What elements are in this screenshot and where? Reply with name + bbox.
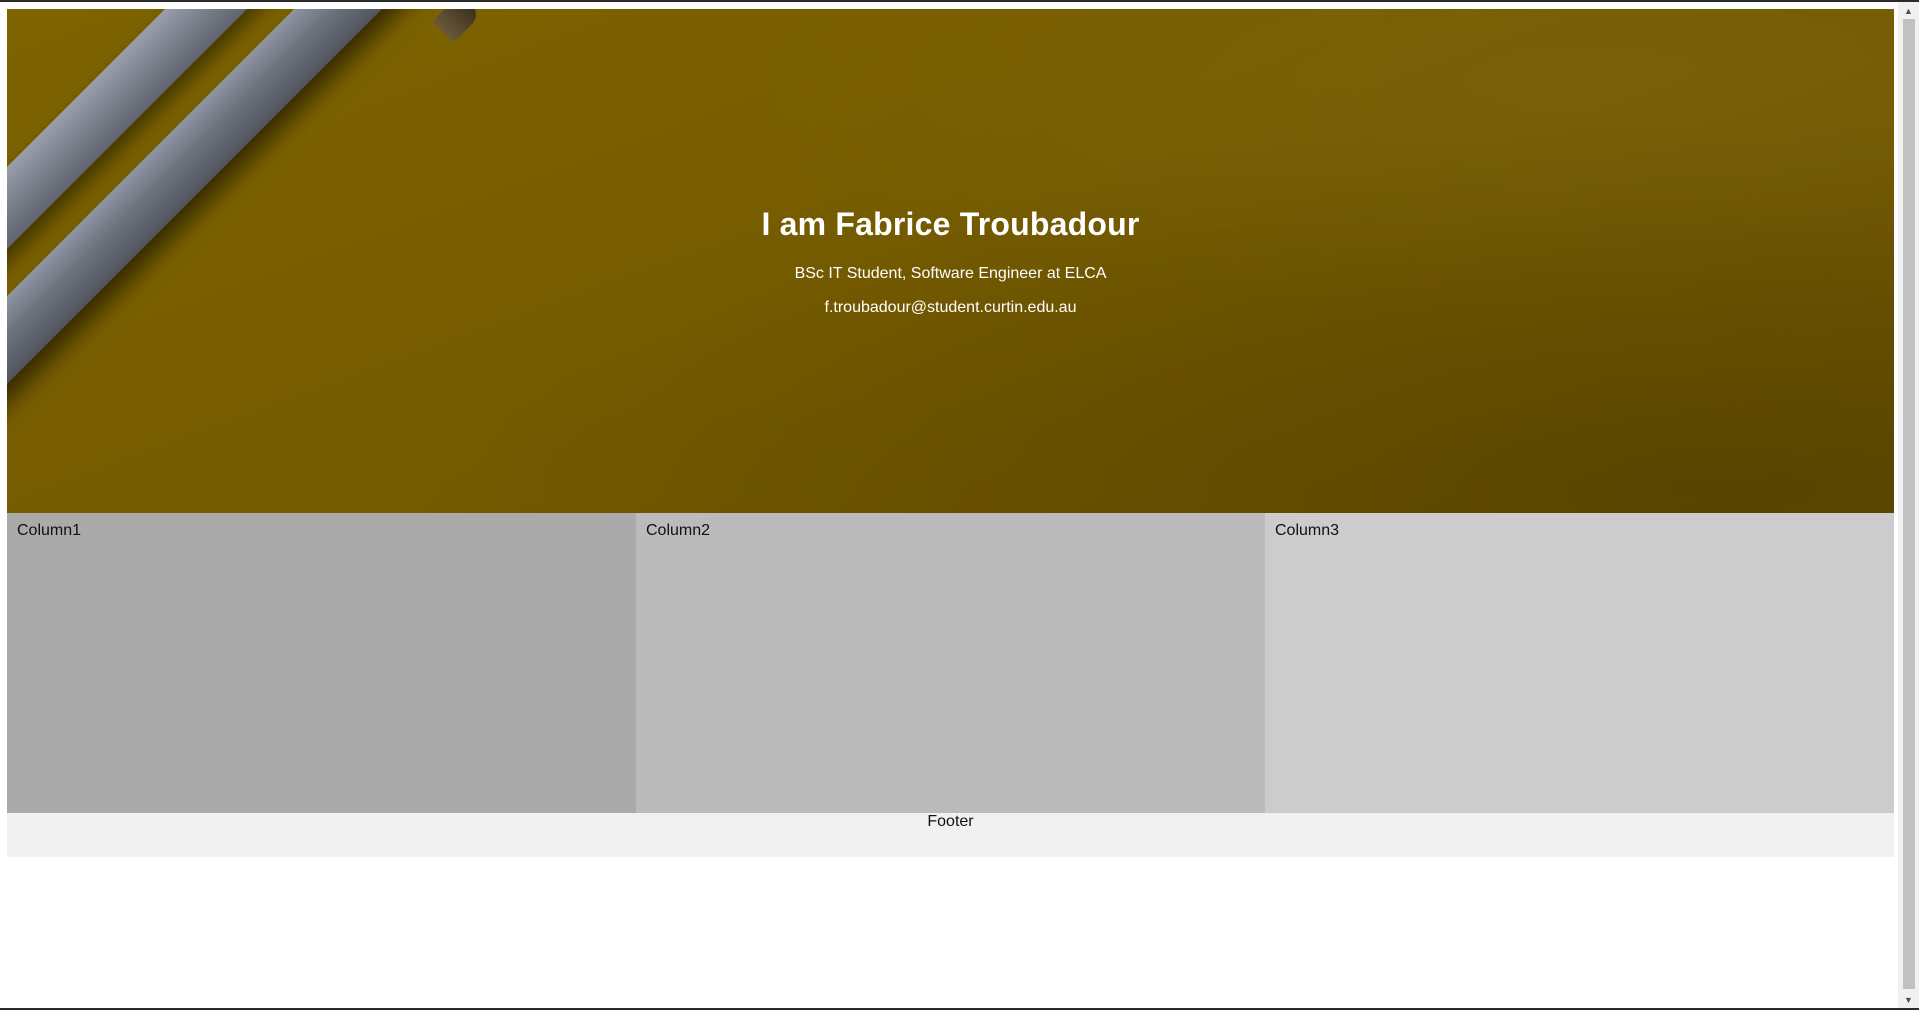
- scroll-up-icon[interactable]: ▲: [1898, 2, 1919, 19]
- vertical-scrollbar[interactable]: ▲ ▼: [1898, 2, 1919, 1008]
- scrollbar-thumb[interactable]: [1903, 19, 1915, 989]
- column-3-label: Column3: [1275, 522, 1340, 539]
- column-1-label: Column1: [17, 522, 82, 539]
- page-footer: Footer: [7, 813, 1894, 857]
- browser-viewport: I am Fabrice Troubadour BSc IT Student, …: [0, 0, 1919, 1010]
- hero-content: I am Fabrice Troubadour BSc IT Student, …: [7, 9, 1894, 513]
- hero-title: I am Fabrice Troubadour: [761, 206, 1140, 242]
- column-2: Column2: [636, 513, 1265, 813]
- column-2-label: Column2: [646, 522, 711, 539]
- footer-text: Footer: [927, 813, 974, 830]
- hero-subtitle: BSc IT Student, Software Engineer at ELC…: [794, 265, 1107, 282]
- hero-header: I am Fabrice Troubadour BSc IT Student, …: [7, 9, 1894, 513]
- scroll-down-icon[interactable]: ▼: [1898, 991, 1919, 1008]
- columns-row: Column1 Column2 Column3: [7, 513, 1894, 813]
- column-1: Column1: [7, 513, 636, 813]
- hero-email: f.troubadour@student.curtin.edu.au: [824, 299, 1077, 316]
- window-top-edge: [0, 0, 1919, 2]
- page: I am Fabrice Troubadour BSc IT Student, …: [7, 9, 1894, 857]
- column-3: Column3: [1265, 513, 1894, 813]
